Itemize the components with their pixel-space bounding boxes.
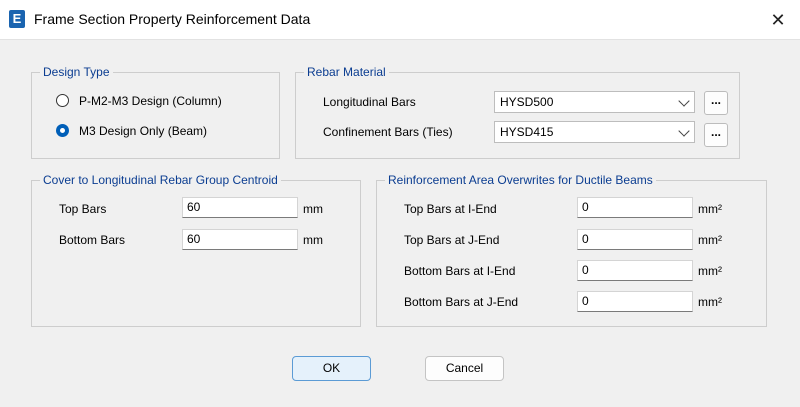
bottom-bars-cover-input[interactable]: 60 — [182, 229, 298, 250]
longitudinal-bars-value: HYSD500 — [500, 95, 554, 109]
confinement-bars-label: Confinement Bars (Ties) — [323, 125, 453, 139]
ok-button[interactable]: OK — [292, 356, 371, 381]
confinement-bars-value: HYSD415 — [500, 125, 554, 139]
overwrite-row-label: Top Bars at I-End — [404, 202, 497, 216]
overwrites-legend: Reinforcement Area Overwrites for Ductil… — [385, 173, 656, 187]
overwrite-row-label: Top Bars at J-End — [404, 233, 500, 247]
overwrite-row-unit: mm² — [698, 202, 722, 216]
rebar-material-legend: Rebar Material — [304, 65, 389, 79]
window-title: Frame Section Property Reinforcement Dat… — [34, 11, 311, 27]
bottom-bars-unit: mm — [303, 233, 323, 247]
top-i-end-input[interactable]: 0 — [577, 197, 693, 218]
confinement-bars-browse-button[interactable]: ... — [704, 123, 728, 147]
longitudinal-bars-select[interactable]: HYSD500 — [494, 91, 695, 113]
column-design-label[interactable]: P-M2-M3 Design (Column) — [79, 94, 222, 108]
bottom-bars-label: Bottom Bars — [59, 233, 126, 247]
design-type-group: Design Type — [31, 65, 280, 159]
confinement-bars-select[interactable]: HYSD415 — [494, 121, 695, 143]
overwrite-row-unit: mm² — [698, 233, 722, 247]
beam-design-radio[interactable] — [56, 124, 69, 137]
cover-legend: Cover to Longitudinal Rebar Group Centro… — [40, 173, 281, 187]
app-logo-icon: E — [9, 10, 25, 28]
longitudinal-bars-label: Longitudinal Bars — [323, 95, 416, 109]
title-bar: E Frame Section Property Reinforcement D… — [0, 0, 800, 40]
rebar-material-group: Rebar Material — [295, 65, 740, 159]
cancel-button[interactable]: Cancel — [425, 356, 504, 381]
chevron-down-icon — [678, 125, 690, 137]
top-bars-cover-input[interactable]: 60 — [182, 197, 298, 218]
column-design-radio[interactable] — [56, 94, 69, 107]
overwrite-row-unit: mm² — [698, 295, 722, 309]
overwrite-row-unit: mm² — [698, 264, 722, 278]
bottom-j-end-input[interactable]: 0 — [577, 291, 693, 312]
top-bars-label: Top Bars — [59, 202, 107, 216]
longitudinal-bars-browse-button[interactable]: ... — [704, 91, 728, 115]
close-icon[interactable]: ✕ — [756, 0, 800, 40]
top-bars-unit: mm — [303, 202, 323, 216]
bottom-i-end-input[interactable]: 0 — [577, 260, 693, 281]
design-type-legend: Design Type — [40, 65, 113, 79]
overwrite-row-label: Bottom Bars at J-End — [404, 295, 519, 309]
top-j-end-input[interactable]: 0 — [577, 229, 693, 250]
chevron-down-icon — [678, 95, 690, 107]
beam-design-label[interactable]: M3 Design Only (Beam) — [79, 124, 207, 138]
overwrite-row-label: Bottom Bars at I-End — [404, 264, 516, 278]
